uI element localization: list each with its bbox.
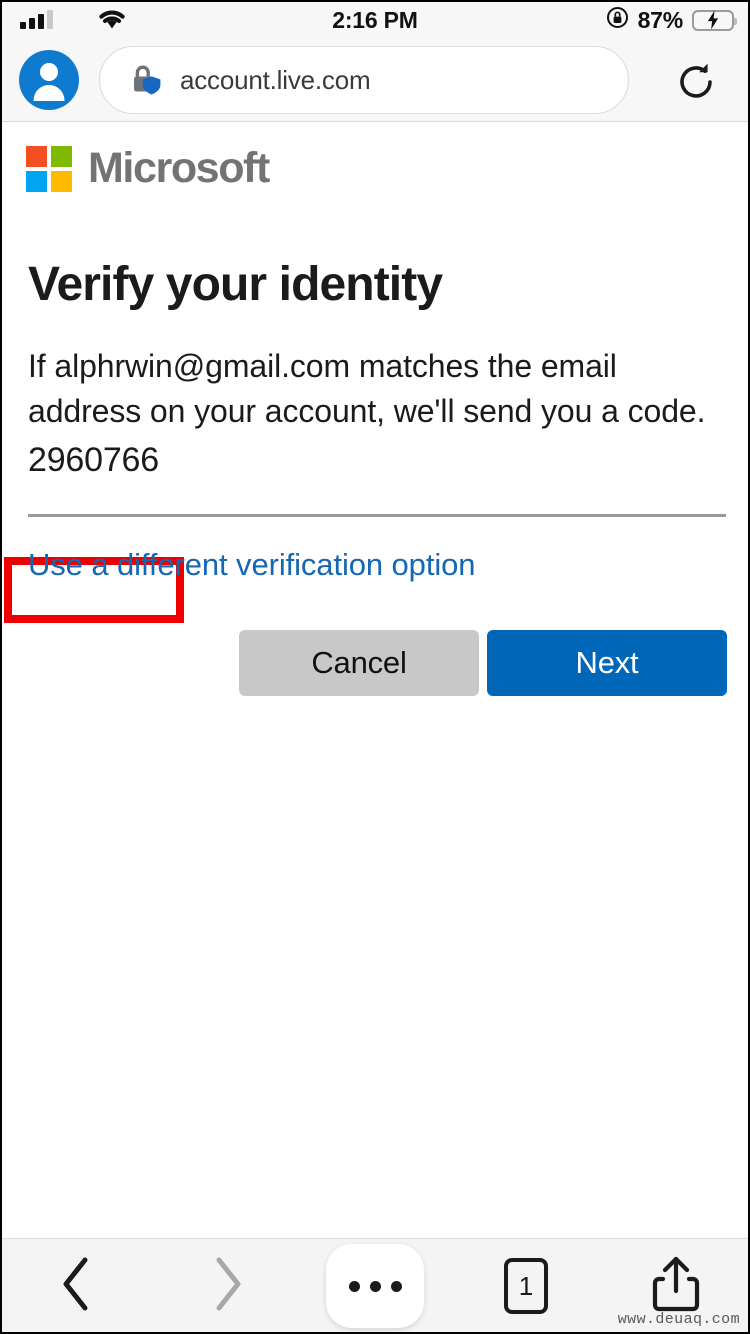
tabs-button[interactable]: 1	[480, 1239, 572, 1332]
status-bar-right: 87%	[606, 2, 737, 38]
browser-toolbar-bottom: 1 www.deuaq.com	[2, 1238, 748, 1332]
next-button[interactable]: Next	[487, 630, 727, 696]
use-different-verification-option-link[interactable]: Use a different verification option	[28, 547, 476, 583]
cancel-button[interactable]: Cancel	[239, 630, 479, 696]
chevron-left-icon	[59, 1256, 93, 1317]
forward-button[interactable]	[182, 1239, 274, 1332]
address-bar[interactable]: account.live.com	[99, 46, 629, 114]
profile-avatar-icon[interactable]	[19, 50, 79, 110]
back-button[interactable]	[30, 1239, 122, 1332]
battery-percentage: 87%	[637, 6, 684, 33]
lock-shield-icon	[132, 64, 162, 96]
rotation-lock-icon	[606, 6, 629, 34]
microsoft-logo: Microsoft	[26, 144, 270, 193]
web-page-content: Microsoft Verify your identity If alphrw…	[2, 123, 748, 1238]
more-options-icon	[326, 1244, 424, 1328]
reload-icon[interactable]	[672, 58, 720, 106]
chevron-right-icon	[211, 1256, 245, 1317]
input-underline	[28, 514, 726, 517]
more-options-button[interactable]	[326, 1239, 424, 1332]
watermark-text: www.deuaq.com	[617, 1311, 740, 1328]
logo-square-green	[51, 145, 72, 167]
logo-square-red	[26, 145, 47, 167]
battery-charging-icon	[692, 9, 737, 31]
tab-count-badge: 1	[504, 1258, 548, 1314]
logo-square-blue	[26, 170, 47, 192]
logo-square-yellow	[51, 170, 72, 192]
page-title: Verify your identity	[28, 258, 443, 312]
phone-screenshot: 2:16 PM 87% account.live.com Microsoft V…	[0, 0, 750, 1334]
form-action-buttons: Cancel Next	[239, 630, 727, 696]
share-icon	[651, 1255, 701, 1318]
address-bar-url: account.live.com	[180, 64, 371, 95]
page-description: If alphrwin@gmail.com matches the email …	[28, 348, 706, 430]
status-bar: 2:16 PM 87%	[2, 2, 748, 38]
browser-toolbar-top: account.live.com	[2, 38, 748, 122]
microsoft-squares-icon	[26, 145, 72, 192]
verification-code-input[interactable]	[28, 441, 726, 492]
verification-code-field-wrapper	[28, 441, 726, 492]
microsoft-wordmark: Microsoft	[88, 144, 270, 192]
